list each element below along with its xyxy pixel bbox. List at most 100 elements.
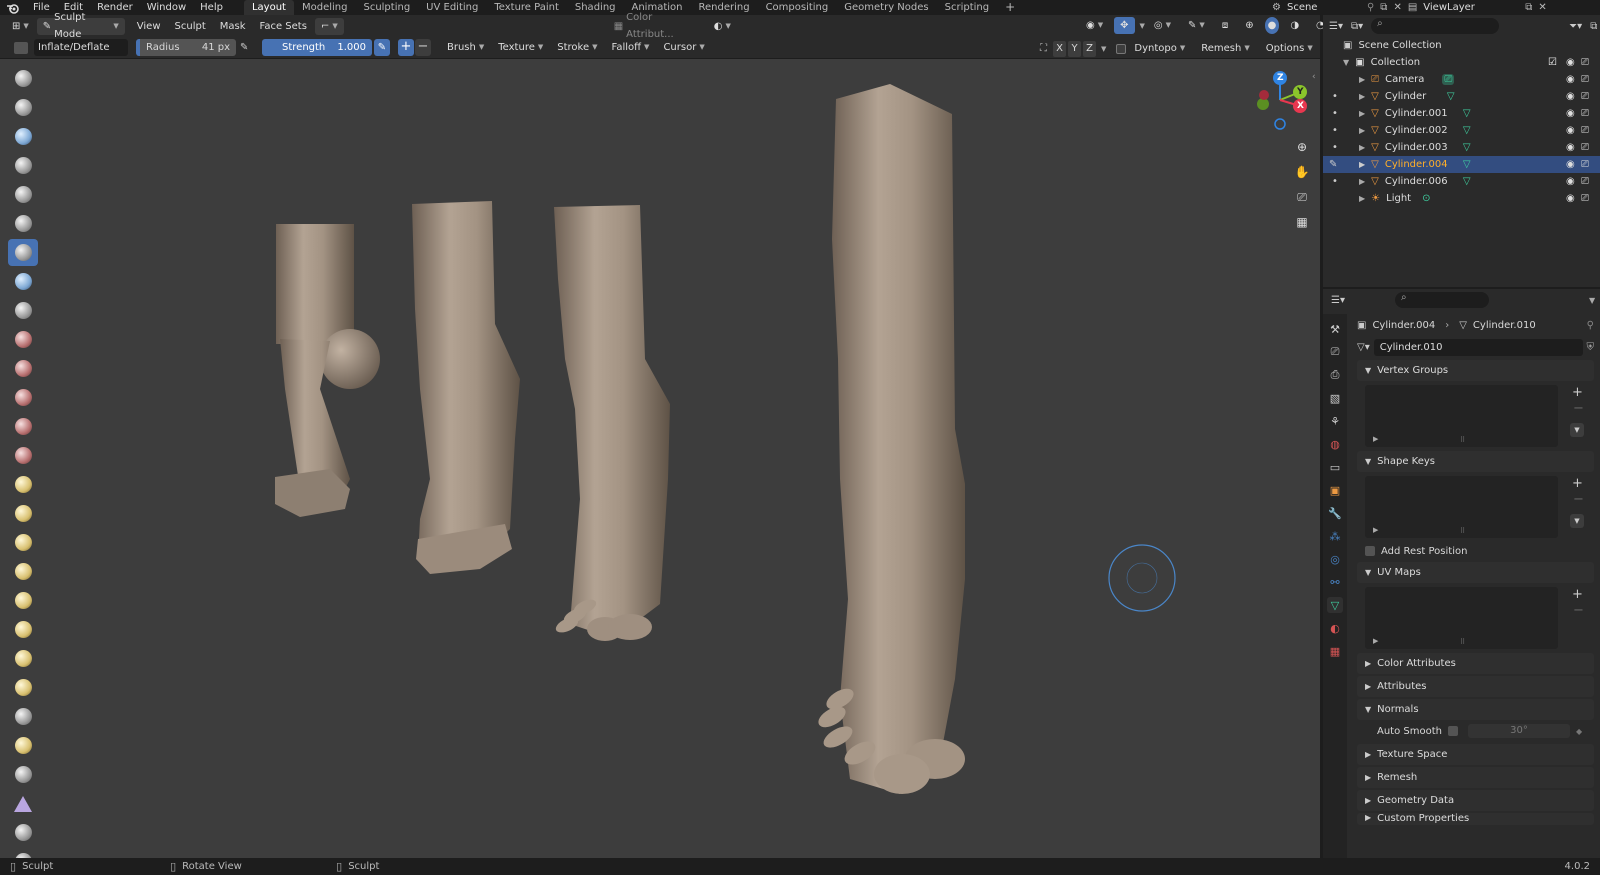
render-camera-icon[interactable]: ⎚ [1581,125,1589,136]
menu-mask[interactable]: Mask [214,18,252,35]
tab-modeling[interactable]: Modeling [294,0,356,15]
mesh-data-icon[interactable]: ▽ [1447,91,1455,102]
render-camera-icon[interactable]: ⎚ [1581,159,1589,170]
data-tab-icon[interactable]: ▽ [1327,597,1343,613]
direction-subtract-button[interactable]: − [415,39,431,56]
menu-file[interactable]: File [26,0,57,15]
add-workspace-button[interactable]: + [997,0,1023,15]
new-view-layer-icon[interactable]: ⧉ [1525,2,1532,13]
visibility-eye-icon[interactable]: ◉ [1566,176,1575,187]
tool-draw-sharp[interactable] [8,94,38,121]
menu-sculpt[interactable]: Sculpt [169,18,212,35]
tool-pinch[interactable] [8,471,38,498]
output-tab-icon[interactable]: ⎙ [1327,367,1343,383]
tab-layout[interactable]: Layout [243,0,294,15]
visibility-eye-icon[interactable]: ◉ [1566,74,1575,85]
mesh-cylinder-004-leg[interactable] [815,84,965,794]
display-mode-icon[interactable]: ⧉▾ [1351,21,1363,32]
expand-arrow-icon[interactable]: ▶ [1359,194,1365,203]
tab-shading[interactable]: Shading [567,0,624,15]
mirror-y-toggle[interactable]: Y [1068,40,1081,57]
expand-arrow-icon[interactable]: ▶ [1359,143,1365,152]
solid-shading[interactable]: ● [1264,17,1280,34]
modifier-tab-icon[interactable]: 🔧 [1327,505,1343,521]
sidebar-toggle-icon[interactable]: ‹ [1312,72,1316,82]
tool-tab-icon[interactable]: ⚒ [1327,321,1343,337]
add-shape-key-button[interactable]: + [1572,476,1583,491]
pan-hand-icon[interactable]: ✋ [1292,162,1312,182]
scene-name[interactable]: Scene [1287,2,1361,13]
menu-view[interactable]: View [131,18,167,35]
wireframe-shading[interactable]: ⊕ [1239,17,1259,34]
panel-vertex-groups[interactable]: ▼ Vertex Groups [1357,360,1594,381]
mirror-z-toggle[interactable]: Z [1083,40,1096,57]
edit-dot-icon[interactable]: • [1332,91,1338,102]
mirror-x-toggle[interactable]: X [1053,40,1066,57]
tool-layer[interactable] [8,210,38,237]
tool-scrape[interactable] [8,413,38,440]
view-layer-tab-icon[interactable]: ▧ [1327,390,1343,406]
tab-scripting[interactable]: Scripting [937,0,997,15]
remove-shape-key-button[interactable]: − [1573,492,1584,507]
visibility-eye-icon[interactable]: ◉ [1566,193,1575,204]
color-attribute-dropdown[interactable]: ▦ Color Attribut... [608,12,706,40]
panel-remesh[interactable]: ▶ Remesh [1357,767,1594,788]
scene-collection-row[interactable]: ▣ Scene Collection [1323,37,1600,54]
collection-render-icon[interactable]: ⎚ [1581,57,1589,68]
list-resize-grip-icon[interactable]: ⠿ [1460,527,1465,535]
mesh-cylinder-blocky-leg[interactable] [275,224,380,517]
blender-logo-icon[interactable] [0,0,26,15]
properties-search-input[interactable]: ⌕ [1394,292,1489,308]
add-rest-position-checkbox[interactable] [1365,546,1375,556]
constraints-tab-icon[interactable]: ⚯ [1327,574,1343,590]
stroke-menu[interactable]: Stroke ▼ [551,39,603,56]
remesh-menu[interactable]: Remesh ▼ [1195,40,1255,57]
panel-color-attributes[interactable]: ▶ Color Attributes [1357,653,1594,674]
panel-normals[interactable]: ▼ Normals [1357,699,1594,720]
edit-dot-icon[interactable]: • [1332,142,1338,153]
tool-flatten[interactable] [8,355,38,382]
list-expand-icon[interactable]: ▶ [1373,526,1378,534]
tool-elastic-deform[interactable] [8,529,38,556]
tool-boundary[interactable] [8,732,38,759]
outliner-item-cylinder-001[interactable]: • ▶ ▽ Cylinder.001 ▽ ◉ ⎚ [1323,105,1600,122]
outliner-item-cylinder[interactable]: • ▶ ▽ Cylinder ▽ ◉ ⎚ [1323,88,1600,105]
new-scene-icon[interactable]: ⧉ [1380,2,1387,13]
vertex-group-specials-icon[interactable]: ▼ [1570,423,1584,437]
tool-snake-hook[interactable] [8,558,38,585]
tool-draw[interactable] [8,65,38,92]
expand-arrow-icon[interactable]: ▶ [1359,92,1365,101]
visibility-dropdown[interactable]: ◉ ▼ [1080,17,1109,34]
expand-arrow-icon[interactable]: ▶ [1359,75,1365,84]
visibility-eye-icon[interactable]: ◉ [1566,125,1575,136]
edit-dot-icon[interactable]: • [1332,125,1338,136]
material-tab-icon[interactable]: ◐ [1327,620,1343,636]
panel-geometry-data[interactable]: ▶ Geometry Data [1357,790,1594,811]
panel-attributes[interactable]: ▶ Attributes [1357,676,1594,697]
tool-thumb[interactable] [8,587,38,614]
tool-clay[interactable] [8,123,38,150]
brush-preview-icon[interactable] [14,41,28,54]
particles-tab-icon[interactable]: ⁂ [1327,528,1343,544]
animate-property-icon[interactable]: ◆ [1576,727,1582,736]
menu-help[interactable]: Help [193,0,230,15]
remove-uv-map-button[interactable]: − [1573,603,1584,618]
list-expand-icon[interactable]: ▶ [1373,637,1378,645]
tool-rotate[interactable] [8,674,38,701]
navigation-gizmo[interactable]: Z Y X [1250,70,1310,130]
mode-selector[interactable]: ✎ Sculpt Mode ▼ [36,12,125,40]
zoom-icon[interactable]: ⊕ [1292,137,1312,157]
falloff-menu[interactable]: Falloff ▼ [606,39,656,56]
camera-view-icon[interactable]: ⎚ [1292,187,1312,207]
mesh-data-icon[interactable]: ▽ [1463,176,1471,187]
mesh-cylinder-leg-3[interactable] [554,205,670,641]
dyntopo-menu[interactable]: Dyntopo ▼ [1128,40,1191,57]
scene-tab-icon[interactable]: ⚘ [1327,413,1343,429]
panel-custom-properties[interactable]: ▶ Custom Properties [1357,813,1594,825]
sculpt-canvas[interactable] [0,59,1320,858]
3d-viewport[interactable] [0,59,1320,858]
expand-arrow-icon[interactable]: ▶ [1359,177,1365,186]
mesh-data-icon[interactable]: ▽ [1463,125,1471,136]
edit-dot-icon[interactable]: • [1332,108,1338,119]
render-camera-icon[interactable]: ⎚ [1581,108,1589,119]
